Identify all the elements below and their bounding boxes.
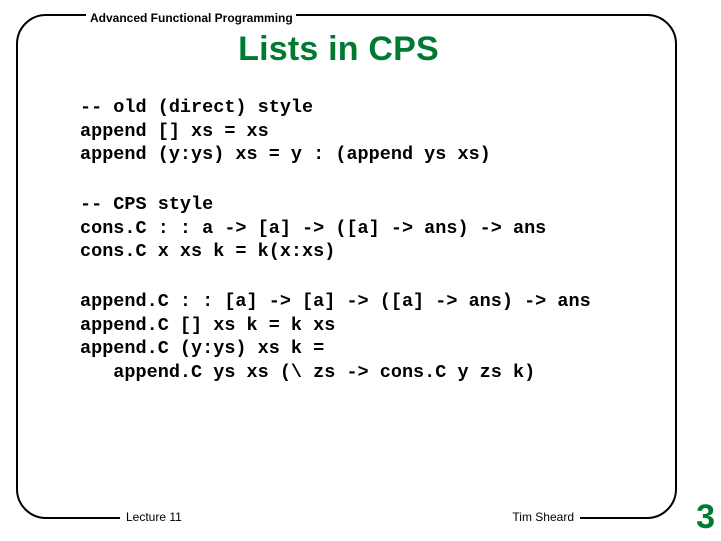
author-label: Tim Sheard bbox=[512, 510, 574, 524]
header-break: Advanced Functional Programming bbox=[86, 10, 296, 26]
page-number: 3 bbox=[696, 498, 715, 537]
content-area: -- old (direct) style append [] xs = xs … bbox=[80, 96, 661, 385]
footer-break: Lecture 11 Tim Sheard bbox=[120, 507, 580, 527]
course-title: Advanced Functional Programming bbox=[90, 11, 293, 25]
lecture-label: Lecture 11 bbox=[126, 510, 182, 524]
slide-title: Lists in CPS bbox=[0, 30, 677, 69]
code-block-cps-cons: -- CPS style cons.C : : a -> [a] -> ([a]… bbox=[80, 193, 661, 264]
code-block-direct: -- old (direct) style append [] xs = xs … bbox=[80, 96, 661, 167]
slide: Advanced Functional Programming Lists in… bbox=[0, 0, 721, 541]
code-block-cps-append: append.C : : [a] -> [a] -> ([a] -> ans) … bbox=[80, 290, 661, 385]
